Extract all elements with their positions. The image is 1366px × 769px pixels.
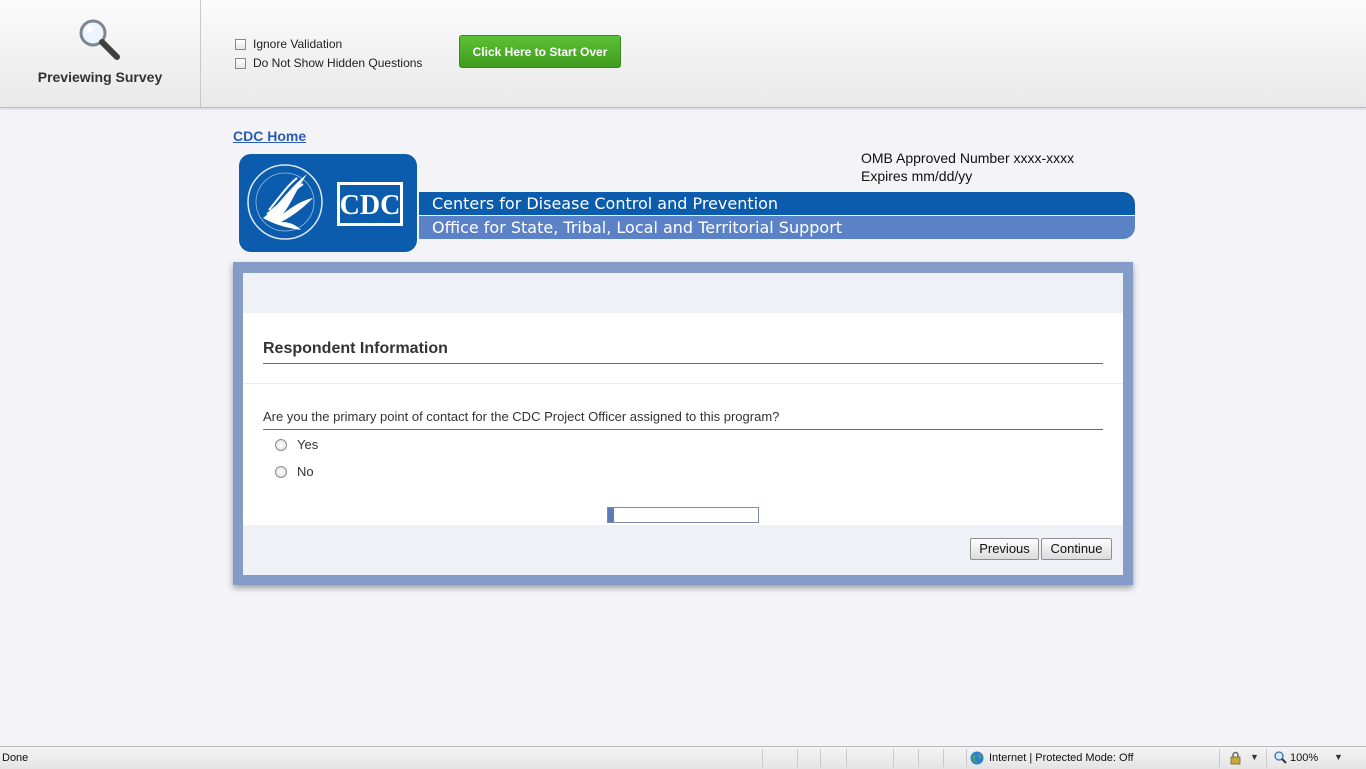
continue-button[interactable]: Continue [1041, 538, 1112, 560]
hide-hidden-questions-label: Do Not Show Hidden Questions [253, 56, 423, 70]
status-separator [1219, 749, 1220, 767]
choice-no-label: No [297, 464, 314, 479]
divider [243, 383, 1123, 384]
omb-expiry: Expires mm/dd/yy [861, 168, 973, 184]
section-title: Respondent Information [263, 340, 448, 357]
security-zone[interactable]: Internet | Protected Mode: Off [970, 751, 1134, 765]
status-separator [846, 749, 847, 767]
ignore-validation-label: Ignore Validation [253, 37, 343, 51]
survey-panel: Respondent Information Are you the prima… [243, 273, 1123, 575]
progress-bar [607, 507, 759, 523]
radio-no[interactable] [275, 465, 287, 478]
zoom-control[interactable]: 100% [1274, 751, 1318, 764]
section-divider [263, 363, 1103, 364]
status-separator [918, 749, 919, 767]
previous-button[interactable]: Previous [970, 538, 1039, 560]
omb-number: OMB Approved Number xxxx-xxxx [861, 150, 1075, 166]
status-text: Done [2, 752, 29, 764]
cdc-home-link[interactable]: CDC Home [233, 128, 306, 144]
globe-icon [970, 751, 984, 765]
status-separator [966, 749, 967, 767]
preview-title: Previewing Survey [37, 69, 163, 85]
survey-panel-header [243, 273, 1123, 313]
start-over-button[interactable]: Click Here to Start Over [459, 35, 621, 68]
status-separator [820, 749, 821, 767]
hide-hidden-questions-checkbox[interactable] [235, 57, 246, 69]
cdc-logo: CDC [239, 154, 417, 252]
ignore-validation-checkbox[interactable] [235, 38, 246, 50]
progress-fill [608, 508, 614, 522]
status-separator [1266, 749, 1267, 767]
preview-panel: Previewing Survey [0, 0, 201, 107]
cdc-logo-text: CDC [340, 190, 401, 221]
radio-yes[interactable] [275, 438, 287, 451]
preview-toolbar: Previewing Survey Ignore Validation Do N… [0, 0, 1366, 108]
choice-yes[interactable]: Yes [275, 437, 318, 452]
choice-no[interactable]: No [275, 464, 314, 479]
office-name-band: Office for State, Tribal, Local and Terr… [419, 216, 1135, 239]
lock-icon[interactable] [1228, 751, 1244, 765]
chevron-down-icon[interactable]: ▼ [1334, 752, 1343, 762]
zoom-level: 100% [1290, 751, 1319, 764]
chevron-down-icon[interactable]: ▼ [1250, 752, 1259, 762]
status-separator [762, 749, 763, 767]
ignore-validation-option[interactable]: Ignore Validation [235, 37, 342, 51]
omb-notice: OMB Approved Number xxxx-xxxx Expires mm… [861, 149, 1074, 185]
hide-hidden-questions-option[interactable]: Do Not Show Hidden Questions [235, 56, 422, 70]
status-separator [893, 749, 894, 767]
question-divider [263, 429, 1103, 430]
choice-yes-label: Yes [297, 437, 319, 452]
zone-label: Internet | Protected Mode: Off [989, 752, 1134, 764]
magnifier-icon [79, 19, 120, 60]
zoom-icon [1274, 751, 1287, 764]
question-text: Are you the primary point of contact for… [263, 409, 780, 424]
status-separator [943, 749, 944, 767]
agency-name-band: Centers for Disease Control and Preventi… [419, 192, 1135, 215]
survey-frame: Respondent Information Are you the prima… [233, 262, 1133, 585]
browser-status-bar: Done Internet | Protected Mode: Off ▼ 10… [0, 746, 1366, 769]
status-separator [797, 749, 798, 767]
